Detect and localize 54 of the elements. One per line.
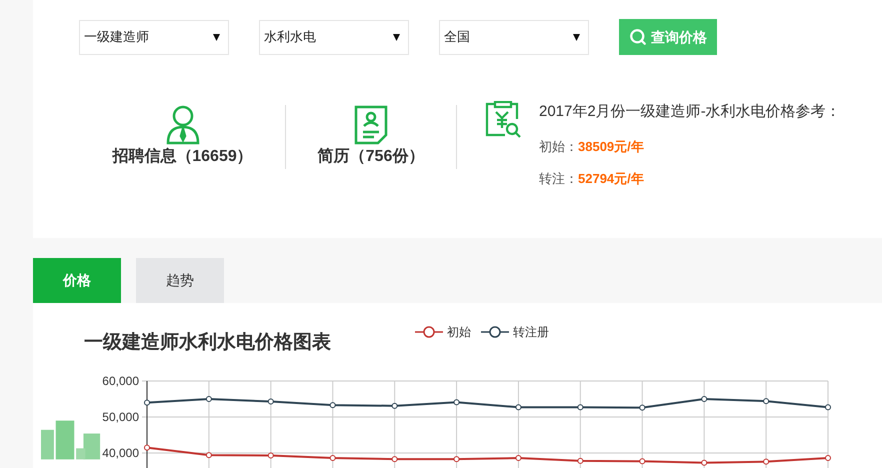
dropdown-select[interactable]: 水利水电 bbox=[259, 20, 409, 54]
legend-line-icon bbox=[481, 326, 509, 338]
buildings-drawing bbox=[41, 419, 101, 461]
point bbox=[639, 404, 646, 411]
price-reference-title: 2017年2月份一级建造师-水利水电价格参考： bbox=[539, 102, 841, 122]
point bbox=[144, 400, 150, 406]
document-icon bbox=[354, 105, 388, 145]
point bbox=[454, 456, 460, 462]
point bbox=[763, 458, 770, 465]
point bbox=[454, 399, 460, 406]
y-axis-tick: 40,000 bbox=[102, 446, 828, 460]
point bbox=[330, 402, 336, 408]
y-tick-label: 50,000 bbox=[102, 410, 140, 424]
chart-title: 一级建造师水利水电价格图表 bbox=[84, 331, 331, 355]
y-tick-label: 40,000 bbox=[102, 446, 140, 460]
point bbox=[763, 398, 770, 404]
price-label: 转注： bbox=[539, 170, 578, 188]
dropdown-select[interactable]: 全国 bbox=[439, 20, 589, 54]
stat-label[interactable]: 简历（756份） bbox=[318, 145, 424, 169]
point bbox=[392, 402, 398, 409]
caret-icon bbox=[573, 34, 580, 40]
point bbox=[825, 455, 831, 462]
price-label: 初始： bbox=[539, 138, 578, 156]
y-tick-label: 60,000 bbox=[102, 374, 140, 388]
point bbox=[577, 404, 584, 410]
point bbox=[701, 460, 708, 466]
point bbox=[330, 455, 336, 462]
point bbox=[206, 396, 212, 402]
legend-label: 转注册 bbox=[513, 324, 549, 341]
point bbox=[515, 455, 522, 462]
dropdown-select[interactable]: 一级建造师 bbox=[79, 20, 229, 54]
receipt-search-icon bbox=[485, 101, 521, 139]
price-value: 52794元/年 bbox=[578, 170, 644, 188]
point bbox=[639, 458, 646, 464]
stat-label[interactable]: 招聘信息（16659） bbox=[112, 145, 253, 169]
y-axis-tick: 60,000 bbox=[102, 374, 828, 388]
caret-icon bbox=[393, 34, 400, 40]
point bbox=[268, 398, 274, 405]
point bbox=[144, 444, 150, 451]
point bbox=[825, 404, 831, 410]
y-axis-tick: 50,000 bbox=[102, 410, 828, 424]
search-icon bbox=[629, 28, 647, 46]
point bbox=[268, 452, 274, 459]
point bbox=[701, 396, 708, 402]
point bbox=[206, 452, 212, 458]
point bbox=[392, 456, 398, 462]
legend-line-icon bbox=[415, 326, 443, 338]
point bbox=[515, 404, 522, 410]
person-icon bbox=[166, 105, 200, 145]
point bbox=[577, 458, 584, 464]
price-value: 38509元/年 bbox=[578, 138, 644, 156]
legend-label: 初始 bbox=[447, 324, 471, 341]
caret-icon bbox=[213, 34, 220, 40]
tab[interactable]: 趋势 bbox=[136, 258, 224, 303]
